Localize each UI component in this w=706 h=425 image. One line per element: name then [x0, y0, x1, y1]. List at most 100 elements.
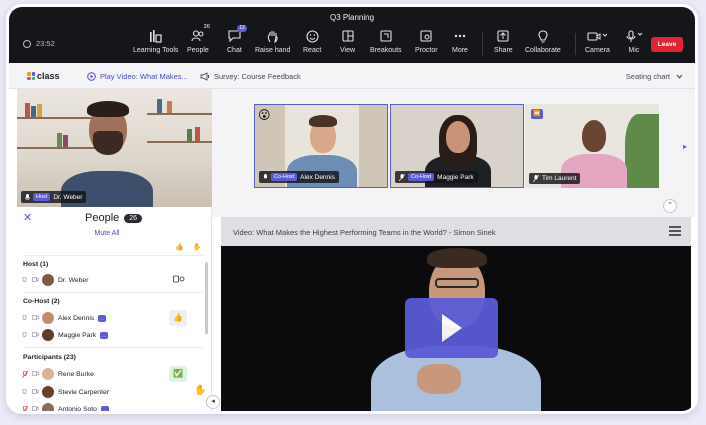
proctor-icon	[420, 29, 432, 43]
mic-icon	[22, 331, 28, 339]
more-icon	[454, 29, 466, 43]
people-header: ✕ People 26	[17, 211, 211, 227]
mic-icon	[264, 173, 267, 178]
collapse-panel-button[interactable]: ◂	[206, 395, 220, 409]
toolbar-divider	[575, 33, 576, 55]
section-co-host: Co-Host (2)	[23, 298, 60, 305]
hand-icon: ✋	[192, 244, 202, 251]
people-icon: 26	[191, 24, 210, 43]
list-item[interactable]: Dr. Weber	[22, 273, 197, 287]
play-circle-icon	[87, 72, 96, 81]
alex-nameplate: Co-Host Alex Dennis	[259, 171, 339, 183]
mic-icon	[25, 193, 30, 200]
avatar	[42, 403, 54, 411]
mic-off-icon	[399, 173, 405, 181]
collapse-stage-button[interactable]: ⌃	[663, 199, 677, 213]
mic-button[interactable]: Mic	[625, 29, 643, 61]
app-window: Q3 Planning 23:52 Learning Tools 26 Peop…	[6, 4, 698, 414]
play-button[interactable]	[405, 298, 498, 358]
chevron-down-icon	[676, 74, 683, 79]
camera-icon	[32, 405, 39, 412]
people-count-badge: 26	[203, 24, 210, 30]
camera-icon	[32, 276, 39, 284]
lightbulb-icon	[538, 29, 548, 43]
people-scrollbar[interactable]	[205, 262, 208, 334]
learning-tools-button[interactable]: Learning Tools	[133, 29, 178, 61]
people-button[interactable]: 26 People	[187, 24, 210, 61]
proctor-button[interactable]: Proctor	[415, 29, 438, 61]
tab-play-video[interactable]: Play Video: What Makes...	[87, 72, 188, 81]
glasses	[435, 278, 479, 288]
stage-tile-tim-laurent[interactable]: ⏪ Tim Laurent	[525, 104, 659, 188]
chat-unread-badge: 12	[237, 25, 247, 32]
meeting-title: Q3 Planning	[329, 13, 375, 22]
chat-message-icon: …	[100, 331, 109, 339]
list-item[interactable]: Antonio Soto …	[22, 402, 197, 412]
collaborate-button[interactable]: Collaborate	[525, 29, 561, 61]
avatar	[42, 329, 54, 341]
speaker-hands	[417, 364, 461, 394]
people-count: 26	[124, 213, 143, 223]
leave-button[interactable]: Leave	[651, 37, 683, 52]
class-logo: class	[27, 71, 60, 81]
stage-tile-maggie-park[interactable]: Co-Host Maggie Park	[390, 104, 524, 188]
mute-all-button[interactable]: Mute All	[17, 230, 197, 237]
breakouts-button[interactable]: Breakouts	[370, 29, 402, 61]
list-item[interactable]: Maggie Park …	[22, 328, 197, 342]
camera-icon	[32, 388, 39, 396]
timer-value: 23:52	[36, 39, 55, 48]
host-nameplate: Host Dr. Weber	[21, 191, 87, 203]
mic-icon	[22, 276, 28, 284]
avatar	[42, 312, 54, 324]
maggie-nameplate: Co-Host Maggie Park	[395, 171, 478, 183]
tim-nameplate: Tim Laurent	[529, 173, 581, 184]
video-frame[interactable]	[221, 246, 691, 411]
chat-button[interactable]: 12 Chat	[227, 25, 247, 61]
react-button[interactable]: React	[303, 29, 321, 61]
megaphone-icon	[200, 72, 209, 81]
view-button[interactable]: View	[340, 29, 355, 61]
seating-chart-dropdown[interactable]: Seating chart	[626, 72, 683, 81]
mic-off-icon	[22, 405, 28, 411]
learning-tools-icon	[149, 29, 163, 43]
mic-icon	[625, 29, 643, 43]
share-button[interactable]: Share	[494, 29, 513, 61]
host-video-tile[interactable]: Host Dr. Weber	[17, 89, 212, 207]
share-icon	[497, 29, 509, 43]
list-item[interactable]: Stevie Carpenter	[22, 385, 197, 399]
section-participants: Participants (23)	[23, 354, 76, 361]
meeting-timer: 23:52	[23, 39, 55, 48]
checkmark-icon: ✅	[169, 366, 187, 382]
host-name: Dr. Weber	[53, 193, 83, 201]
logo-mark-icon	[27, 72, 35, 80]
section-host: Host (1)	[23, 261, 49, 268]
avatar	[42, 274, 54, 286]
video-title: Video: What Makes the Highest Performing…	[233, 228, 496, 237]
mic-icon	[22, 314, 28, 322]
mic-icon	[22, 388, 28, 396]
tab-survey[interactable]: Survey: Course Feedback	[200, 72, 301, 81]
camera-icon	[32, 331, 39, 339]
people-panel: ✕ People 26 Mute All 👍 ✋ Host (1) Dr. We…	[17, 207, 212, 412]
menu-icon[interactable]	[669, 226, 681, 238]
chat-message-icon: …	[100, 405, 109, 412]
stage-tile-alex-dennis[interactable]: 😮 Co-Host Alex Dennis	[254, 104, 388, 188]
chevron-right-icon[interactable]: ▸	[683, 142, 687, 151]
camera-icon	[32, 314, 39, 322]
camera-icon	[587, 29, 608, 43]
raise-hand-icon	[267, 29, 279, 43]
video-header: Video: What Makes the Highest Performing…	[221, 217, 691, 246]
chat-icon: 12	[228, 25, 247, 43]
video-player-panel: Video: What Makes the Highest Performing…	[221, 217, 691, 411]
clock-icon	[23, 39, 31, 48]
mic-off-icon	[533, 175, 539, 182]
toolbar-divider	[482, 33, 483, 55]
raised-hand-icon: ✋	[194, 385, 207, 396]
camera-button[interactable]: Camera	[585, 29, 610, 61]
close-icon[interactable]: ✕	[23, 211, 32, 224]
more-button[interactable]: More	[452, 29, 468, 61]
raise-hand-button[interactable]: Raise hand	[255, 29, 290, 61]
chat-message-icon: …	[98, 314, 107, 322]
avatar	[42, 386, 54, 398]
avatar	[42, 368, 54, 380]
